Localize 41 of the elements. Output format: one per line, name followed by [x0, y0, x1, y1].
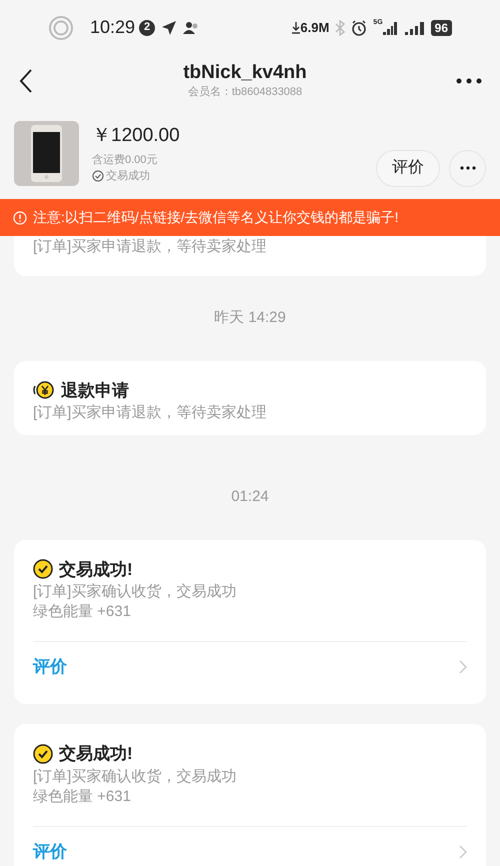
signal-icon — [404, 20, 425, 34]
alert-icon — [13, 210, 27, 224]
message-text: 绿色能量 +631 — [33, 786, 132, 806]
bluetooth-icon — [335, 20, 346, 36]
download-speed: 6.9M — [300, 18, 330, 37]
download-icon — [292, 22, 300, 34]
more-icon[interactable] — [456, 78, 482, 84]
message-text: [订单]买家申请退款，等待卖家处理 — [33, 237, 268, 257]
location-arrow-icon — [161, 20, 178, 36]
review-link[interactable]: 评价 — [33, 654, 67, 680]
shipping-fee: 含运费0.00元 — [92, 152, 158, 168]
message-text: [订单]买家确认收货，交易成功 — [33, 582, 238, 602]
check-circle-icon — [33, 744, 53, 764]
review-button[interactable]: 评价 — [376, 150, 440, 186]
chevron-right-icon — [459, 844, 467, 858]
message-text: 绿色能量 +631 — [33, 602, 132, 622]
review-link[interactable]: 评价 — [33, 838, 67, 864]
warning-text: 注意:以扫二维码/点链接/去微信等名义让你交钱的都是骗子! — [33, 208, 399, 227]
order-status: 交易成功 — [106, 168, 150, 184]
message-title: 交易成功! — [59, 558, 133, 580]
chevron-right-icon — [459, 660, 467, 674]
clock: 10:29 — [90, 16, 136, 39]
message-title: 退款申请 — [61, 380, 129, 402]
message-text: [订单]买家申请退款，等待卖家处理 — [33, 403, 268, 423]
member-name: 会员名：tb8604833088 — [188, 84, 302, 100]
signal-icon — [382, 20, 397, 34]
message-text: [订单]买家确认收货，交易成功 — [33, 766, 238, 786]
circle-icon — [48, 14, 74, 40]
timestamp: 01:24 — [231, 487, 269, 507]
back-icon[interactable] — [18, 68, 34, 94]
battery-indicator: 96 — [430, 20, 452, 36]
message-title: 交易成功! — [59, 743, 133, 765]
timestamp: 昨天 14:29 — [214, 308, 286, 328]
notification-badge: 2 — [139, 20, 156, 36]
yen-coin-icon — [33, 380, 55, 400]
more-icon — [460, 166, 476, 170]
check-circle-icon — [92, 170, 104, 182]
price: ￥1200.00 — [92, 124, 180, 148]
alarm-icon — [351, 20, 368, 36]
check-circle-icon — [33, 559, 53, 580]
chat-title: tbNick_kv4nh — [183, 62, 307, 84]
